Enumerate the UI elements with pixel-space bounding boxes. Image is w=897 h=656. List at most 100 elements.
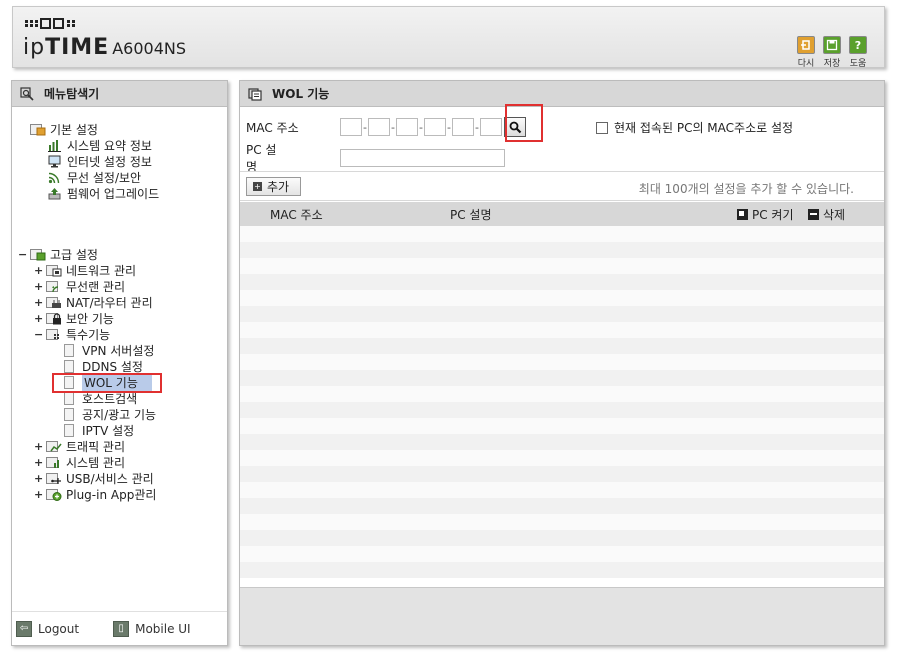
table-row	[240, 402, 884, 418]
table-row	[240, 322, 884, 338]
menu-item-internet-info[interactable]: 인터넷 설정 정보	[48, 154, 152, 169]
magnifier-icon	[20, 86, 34, 101]
iptime-logo-dots	[25, 18, 75, 29]
tree-group-label: Plug-in App관리	[66, 488, 157, 502]
pc-desc-label: PC 설명	[246, 143, 277, 174]
table-row	[240, 258, 884, 274]
expand-icon: +	[34, 472, 44, 485]
table-row	[240, 514, 884, 530]
mac-octet-6-input[interactable]	[480, 118, 502, 136]
router-icon	[46, 297, 61, 308]
mobile-ui-button[interactable]: ▯ Mobile UI	[113, 620, 191, 637]
tree-group-special[interactable]: − 특수기능	[34, 327, 110, 342]
tree-advanced-label: 고급 설정	[50, 248, 98, 262]
menu-item-wireless-security[interactable]: 무선 설정/보안	[48, 170, 141, 185]
wireless-icon	[48, 172, 60, 184]
menu-item-label: 인터넷 설정 정보	[67, 155, 152, 169]
page-icon	[64, 408, 74, 421]
tree-group-label: 네트워크 관리	[66, 264, 137, 278]
save-icon	[823, 36, 841, 54]
menu-item-system-summary[interactable]: 시스템 요약 정보	[48, 138, 152, 153]
tree-group-system[interactable]: + 시스템 관리	[34, 455, 125, 470]
mac-octet-2-input[interactable]	[368, 118, 390, 136]
brand-logo: ipTIME A6004NS	[23, 35, 186, 60]
expand-icon: +	[34, 280, 44, 293]
table-row	[240, 274, 884, 290]
menu-item-label: 공지/광고 기능	[82, 408, 157, 422]
column-delete: 삭제	[808, 206, 845, 223]
table-row	[240, 418, 884, 434]
search-highlight	[505, 104, 543, 142]
tree-group-nat-router[interactable]: + NAT/라우터 관리	[34, 295, 153, 310]
table-row	[240, 338, 884, 354]
panel-footer	[240, 587, 884, 645]
current-pc-option[interactable]: 현재 접속된 PC의 MAC주소로 설정	[596, 119, 793, 136]
brand-time: TIME	[45, 35, 110, 60]
plugin-icon	[46, 489, 62, 501]
page-title: WOL 기능	[272, 87, 330, 101]
save-label: 저장	[823, 59, 841, 69]
expand-icon: +	[34, 312, 44, 325]
mobile-icon: ▯	[113, 620, 130, 637]
special-icon	[46, 329, 59, 340]
menu-item-label: 무선 설정/보안	[67, 171, 142, 185]
selection-highlight	[52, 373, 162, 393]
menu-item-firmware-upgrade[interactable]: 펌웨어 업그레이드	[48, 186, 159, 201]
tree-advanced-settings[interactable]: − 고급 설정	[18, 247, 98, 262]
menu-item-vpn-server[interactable]: VPN 서버설정	[64, 343, 154, 358]
tree-group-security[interactable]: + 보안 기능	[34, 311, 114, 326]
refresh-label: 다시	[797, 59, 815, 69]
refresh-button[interactable]: 다시	[795, 36, 817, 69]
add-button[interactable]: + 추가	[246, 177, 301, 196]
tree-group-label: USB/서비스 관리	[66, 472, 154, 486]
pc-description-input[interactable]	[340, 149, 505, 167]
menu-item-host-search[interactable]: 호스트검색	[64, 391, 137, 406]
wol-panel-header: WOL 기능	[240, 81, 884, 107]
save-button[interactable]: 저장	[821, 36, 843, 69]
chart-icon	[48, 140, 61, 152]
tree-group-plugin-app[interactable]: + Plug-in App관리	[34, 487, 156, 502]
mac-octet-1-input[interactable]	[340, 118, 362, 136]
page-icon	[64, 424, 74, 437]
tree-group-usb-service[interactable]: + USB/서비스 관리	[34, 471, 154, 486]
sidebar-footer: ⇦ Logout ▯ Mobile UI	[12, 611, 227, 645]
menu-item-notice-ad[interactable]: 공지/광고 기능	[64, 407, 156, 422]
expand-icon: +	[34, 264, 44, 277]
logout-button[interactable]: ⇦ Logout	[16, 620, 79, 637]
tree-basic-settings[interactable]: 기본 설정	[30, 122, 98, 137]
lock-icon	[46, 313, 61, 325]
column-power-on-label: PC 켜기	[752, 207, 794, 222]
list-toolbar: + 추가 최대 100개의 설정을 추가 할 수 있습니다.	[240, 171, 884, 201]
current-pc-label: 현재 접속된 PC의 MAC주소로 설정	[614, 121, 794, 135]
help-button[interactable]: ? 도움	[847, 36, 869, 69]
mac-octet-5-input[interactable]	[452, 118, 474, 136]
table-row	[240, 242, 884, 258]
wol-panel: WOL 기능 MAC 주소 - - - - - 현재 접속된 PC의 MAC주소…	[239, 80, 885, 646]
tree-group-wireless-lan[interactable]: + 무선랜 관리	[34, 279, 125, 294]
menu-item-iptv[interactable]: IPTV 설정	[64, 423, 134, 438]
tree-group-label: NAT/라우터 관리	[66, 296, 153, 310]
tree-group-traffic[interactable]: + 트래픽 관리	[34, 439, 125, 454]
upgrade-icon	[48, 188, 61, 200]
menu-item-ddns[interactable]: DDNS 설정	[64, 359, 143, 374]
expand-icon: +	[34, 488, 44, 501]
help-label: 도움	[849, 59, 867, 69]
wol-table-body	[240, 226, 884, 578]
help-icon: ?	[849, 36, 867, 54]
menu-item-label: IPTV 설정	[82, 424, 135, 438]
expand-icon: +	[34, 456, 44, 469]
collapse-icon: −	[18, 248, 28, 261]
folder-icon	[30, 249, 46, 261]
table-row	[240, 530, 884, 546]
current-pc-checkbox[interactable]	[596, 121, 608, 134]
collapse-icon: −	[34, 328, 44, 341]
wireless-icon	[46, 281, 59, 293]
logout-icon: ⇦	[16, 620, 32, 637]
tree-group-network[interactable]: + 네트워크 관리	[34, 263, 136, 278]
tree-group-label: 시스템 관리	[66, 456, 126, 470]
mac-octet-3-input[interactable]	[396, 118, 418, 136]
tree-basic-label: 기본 설정	[50, 123, 98, 137]
table-row	[240, 450, 884, 466]
mac-octet-4-input[interactable]	[424, 118, 446, 136]
expand-icon: +	[34, 440, 44, 453]
